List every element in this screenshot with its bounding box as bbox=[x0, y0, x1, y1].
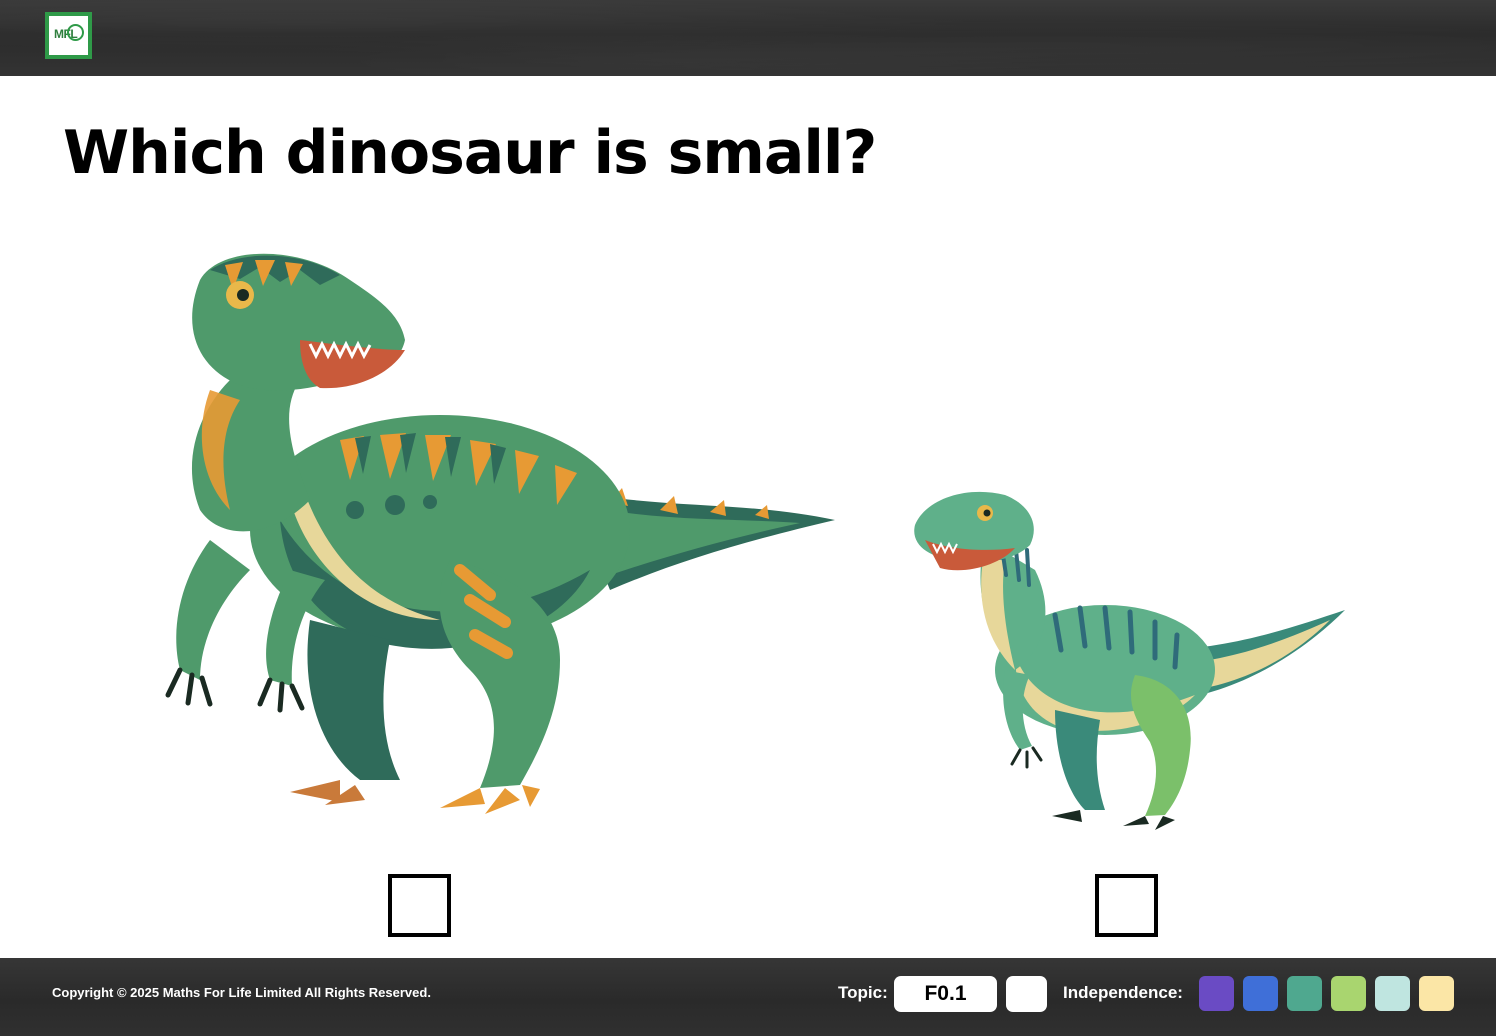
independence-level-3-swatch[interactable] bbox=[1287, 976, 1322, 1011]
independence-level-6-swatch[interactable] bbox=[1419, 976, 1454, 1011]
independence-level-4-swatch[interactable] bbox=[1331, 976, 1366, 1011]
large-dinosaur-illustration bbox=[165, 253, 835, 814]
clock-icon bbox=[67, 24, 84, 41]
small-dinosaur-illustration bbox=[914, 491, 1345, 830]
independence-level-1-swatch[interactable] bbox=[1199, 976, 1234, 1011]
topic-label: Topic: bbox=[838, 983, 888, 1002]
independence-label: Independence: bbox=[1063, 983, 1183, 1002]
large-dinosaur-checkbox[interactable] bbox=[388, 874, 451, 937]
topic-code-box: F0.1 bbox=[894, 976, 997, 1012]
top-banner: MFL bbox=[0, 0, 1496, 76]
independence-level-5-swatch[interactable] bbox=[1375, 976, 1410, 1011]
mfl-logo: MFL bbox=[45, 12, 92, 59]
chalkboard-texture bbox=[0, 0, 1496, 76]
copyright-text: Copyright © 2025 Maths For Life Limited … bbox=[52, 985, 431, 1000]
independence-level-2-swatch[interactable] bbox=[1243, 976, 1278, 1011]
question-title: Which dinosaur is small? bbox=[63, 118, 877, 188]
small-dinosaur-checkbox[interactable] bbox=[1095, 874, 1158, 937]
topic-blank-box[interactable] bbox=[1006, 976, 1047, 1012]
